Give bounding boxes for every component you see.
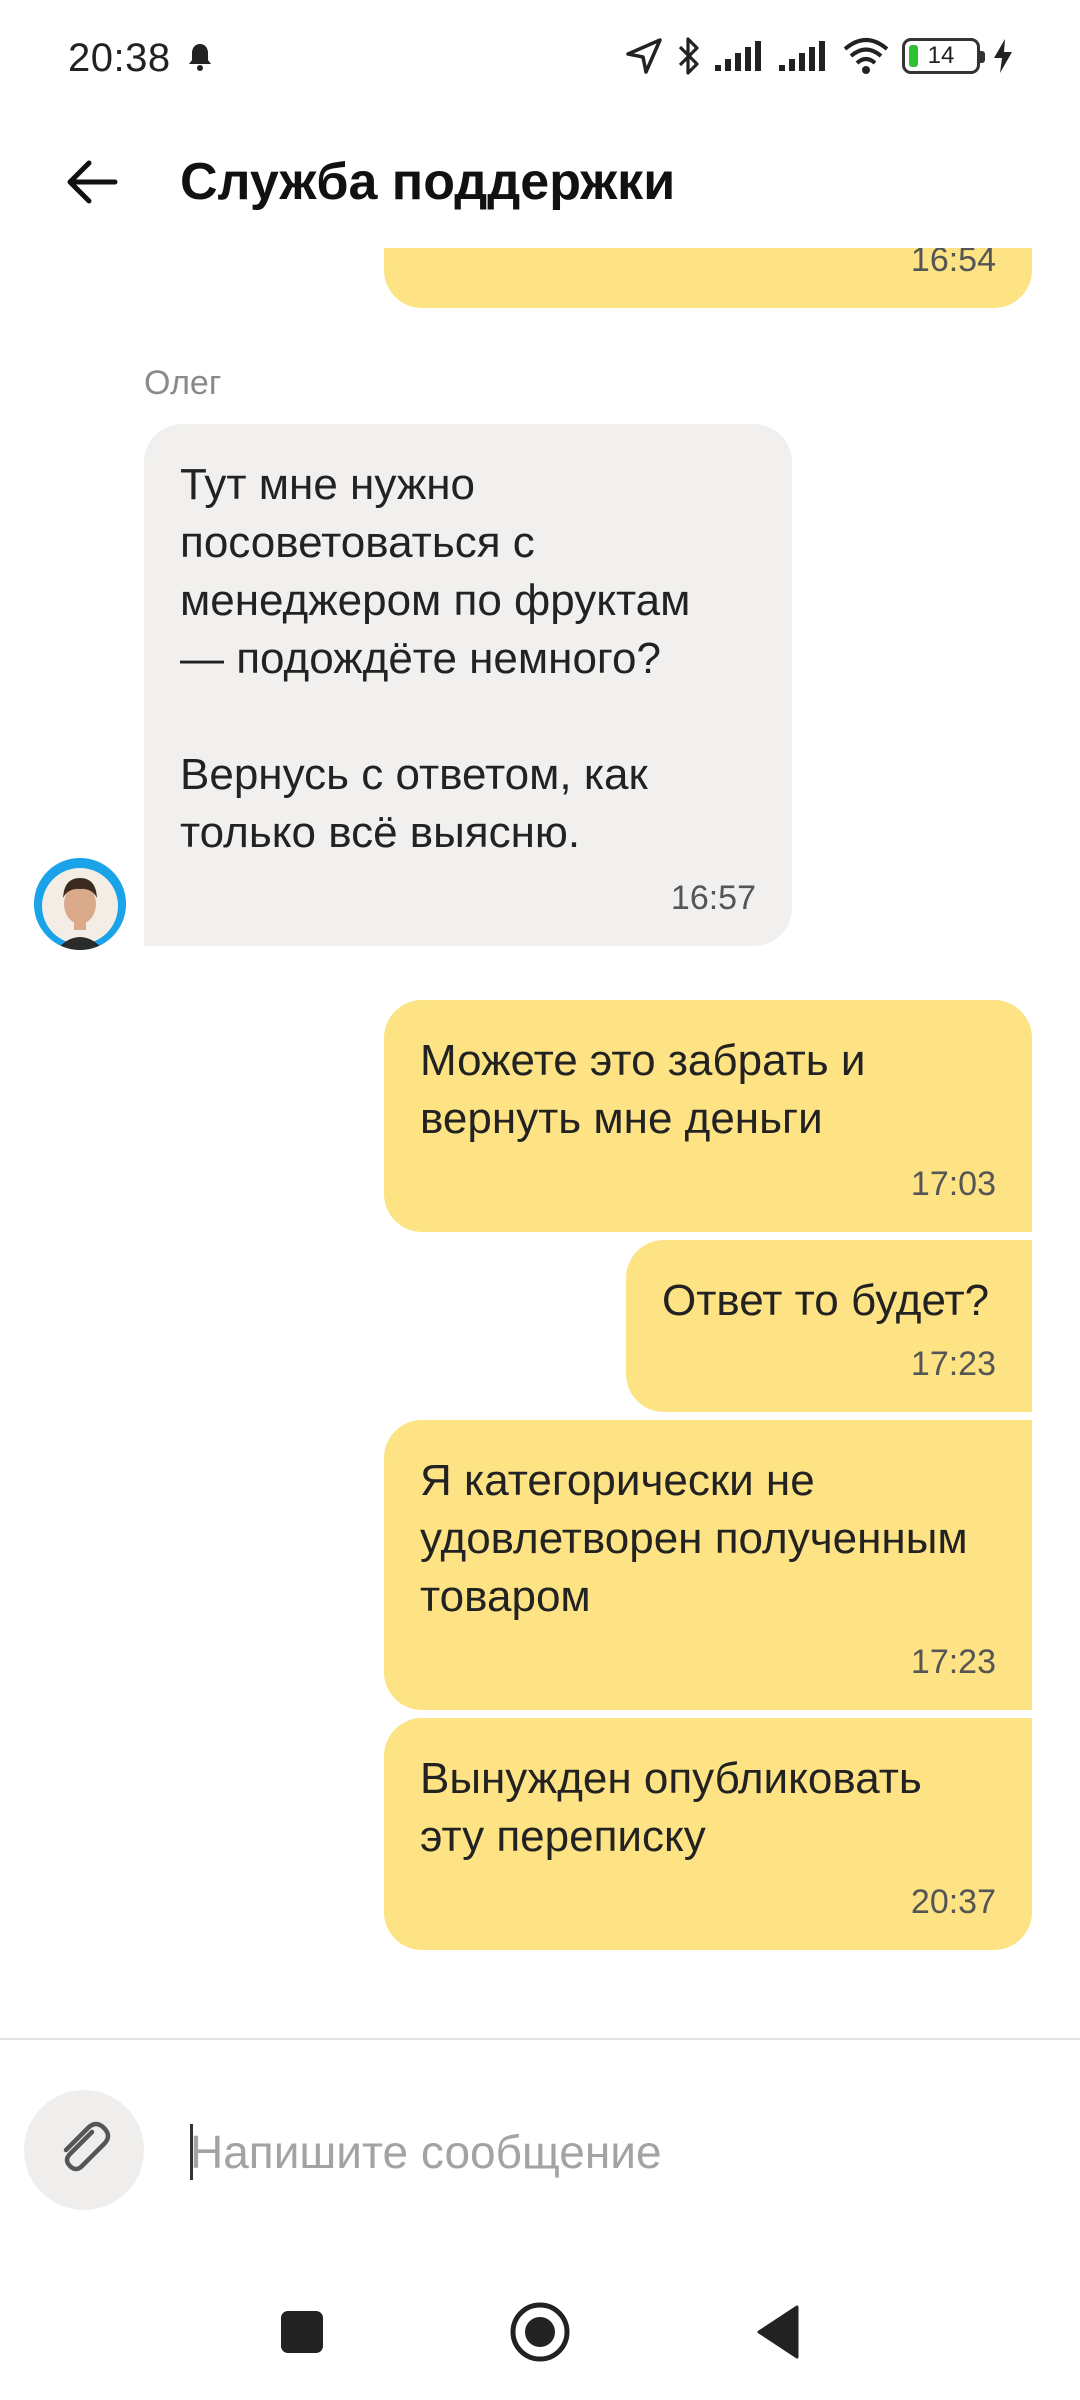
recents-square-icon bbox=[279, 2309, 325, 2360]
message-bubble-outgoing[interactable]: Можете это забрать и вернуть мне деньги … bbox=[384, 1000, 1032, 1232]
status-time: 20:38 bbox=[68, 36, 171, 80]
message-text: Тут мне нужно посоветоваться с менеджеро… bbox=[180, 460, 691, 857]
arrow-left-icon bbox=[65, 159, 119, 210]
message-time: 17:23 bbox=[910, 1345, 996, 1383]
home-circle-icon bbox=[508, 2300, 572, 2369]
battery-level: 14 bbox=[927, 42, 955, 69]
charging-icon bbox=[992, 38, 1014, 74]
message-input[interactable] bbox=[190, 2116, 1040, 2188]
message-bubble-outgoing[interactable]: 16:54 bbox=[384, 248, 1032, 308]
message-text: Вынужден опубликовать эту переписку bbox=[420, 1754, 922, 1861]
wifi-icon bbox=[842, 37, 890, 75]
bluetooth-icon bbox=[676, 35, 702, 77]
message-text: Я категорически не удовлетворен полученн… bbox=[420, 1456, 968, 1621]
message-time: 16:54 bbox=[910, 248, 996, 279]
recents-button[interactable] bbox=[260, 2292, 344, 2376]
message-list[interactable]: 16:54 Олег Тут мне нужно посоветоваться … bbox=[0, 248, 1080, 2038]
message-bubble-incoming[interactable]: Тут мне нужно посоветоваться с менеджеро… bbox=[144, 424, 792, 946]
message-input-container[interactable] bbox=[190, 2116, 1040, 2188]
message-bubble-outgoing[interactable]: Ответ то будет? 17:23 bbox=[626, 1240, 1032, 1412]
back-nav-button[interactable] bbox=[736, 2292, 820, 2376]
page-title: Служба поддержки bbox=[180, 153, 676, 211]
bell-icon bbox=[186, 42, 214, 72]
message-bubble-outgoing[interactable]: Я категорически не удовлетворен полученн… bbox=[384, 1420, 1032, 1710]
message-time: 16:57 bbox=[670, 879, 756, 917]
text-caret bbox=[190, 2124, 193, 2180]
sender-name: Олег bbox=[144, 364, 222, 402]
message-time: 17:23 bbox=[910, 1643, 996, 1681]
location-icon bbox=[624, 36, 664, 76]
paperclip-icon bbox=[52, 2116, 116, 2185]
attach-button[interactable] bbox=[24, 2090, 144, 2210]
system-nav-bar bbox=[0, 2270, 1080, 2400]
operator-avatar-image bbox=[34, 858, 126, 950]
back-button[interactable] bbox=[52, 144, 132, 224]
battery-icon: 14 bbox=[902, 38, 985, 74]
signal-icon bbox=[778, 39, 830, 73]
message-bubble-outgoing[interactable]: Вынужден опубликовать эту переписку 20:3… bbox=[384, 1718, 1032, 1950]
composer-divider bbox=[0, 2038, 1080, 2040]
back-triangle-icon bbox=[753, 2304, 803, 2365]
signal-icon bbox=[714, 39, 766, 73]
message-time: 20:37 bbox=[910, 1883, 996, 1921]
message-text: Можете это забрать и вернуть мне деньги bbox=[420, 1036, 866, 1143]
app-header: Служба поддержки bbox=[0, 118, 1080, 248]
message-time: 17:03 bbox=[910, 1165, 996, 1203]
avatar[interactable] bbox=[34, 858, 126, 950]
home-button[interactable] bbox=[498, 2292, 582, 2376]
status-icons: 14 bbox=[624, 34, 1014, 78]
status-bar: 20:38 14 bbox=[0, 0, 1080, 118]
message-text: Ответ то будет? bbox=[662, 1276, 990, 1325]
